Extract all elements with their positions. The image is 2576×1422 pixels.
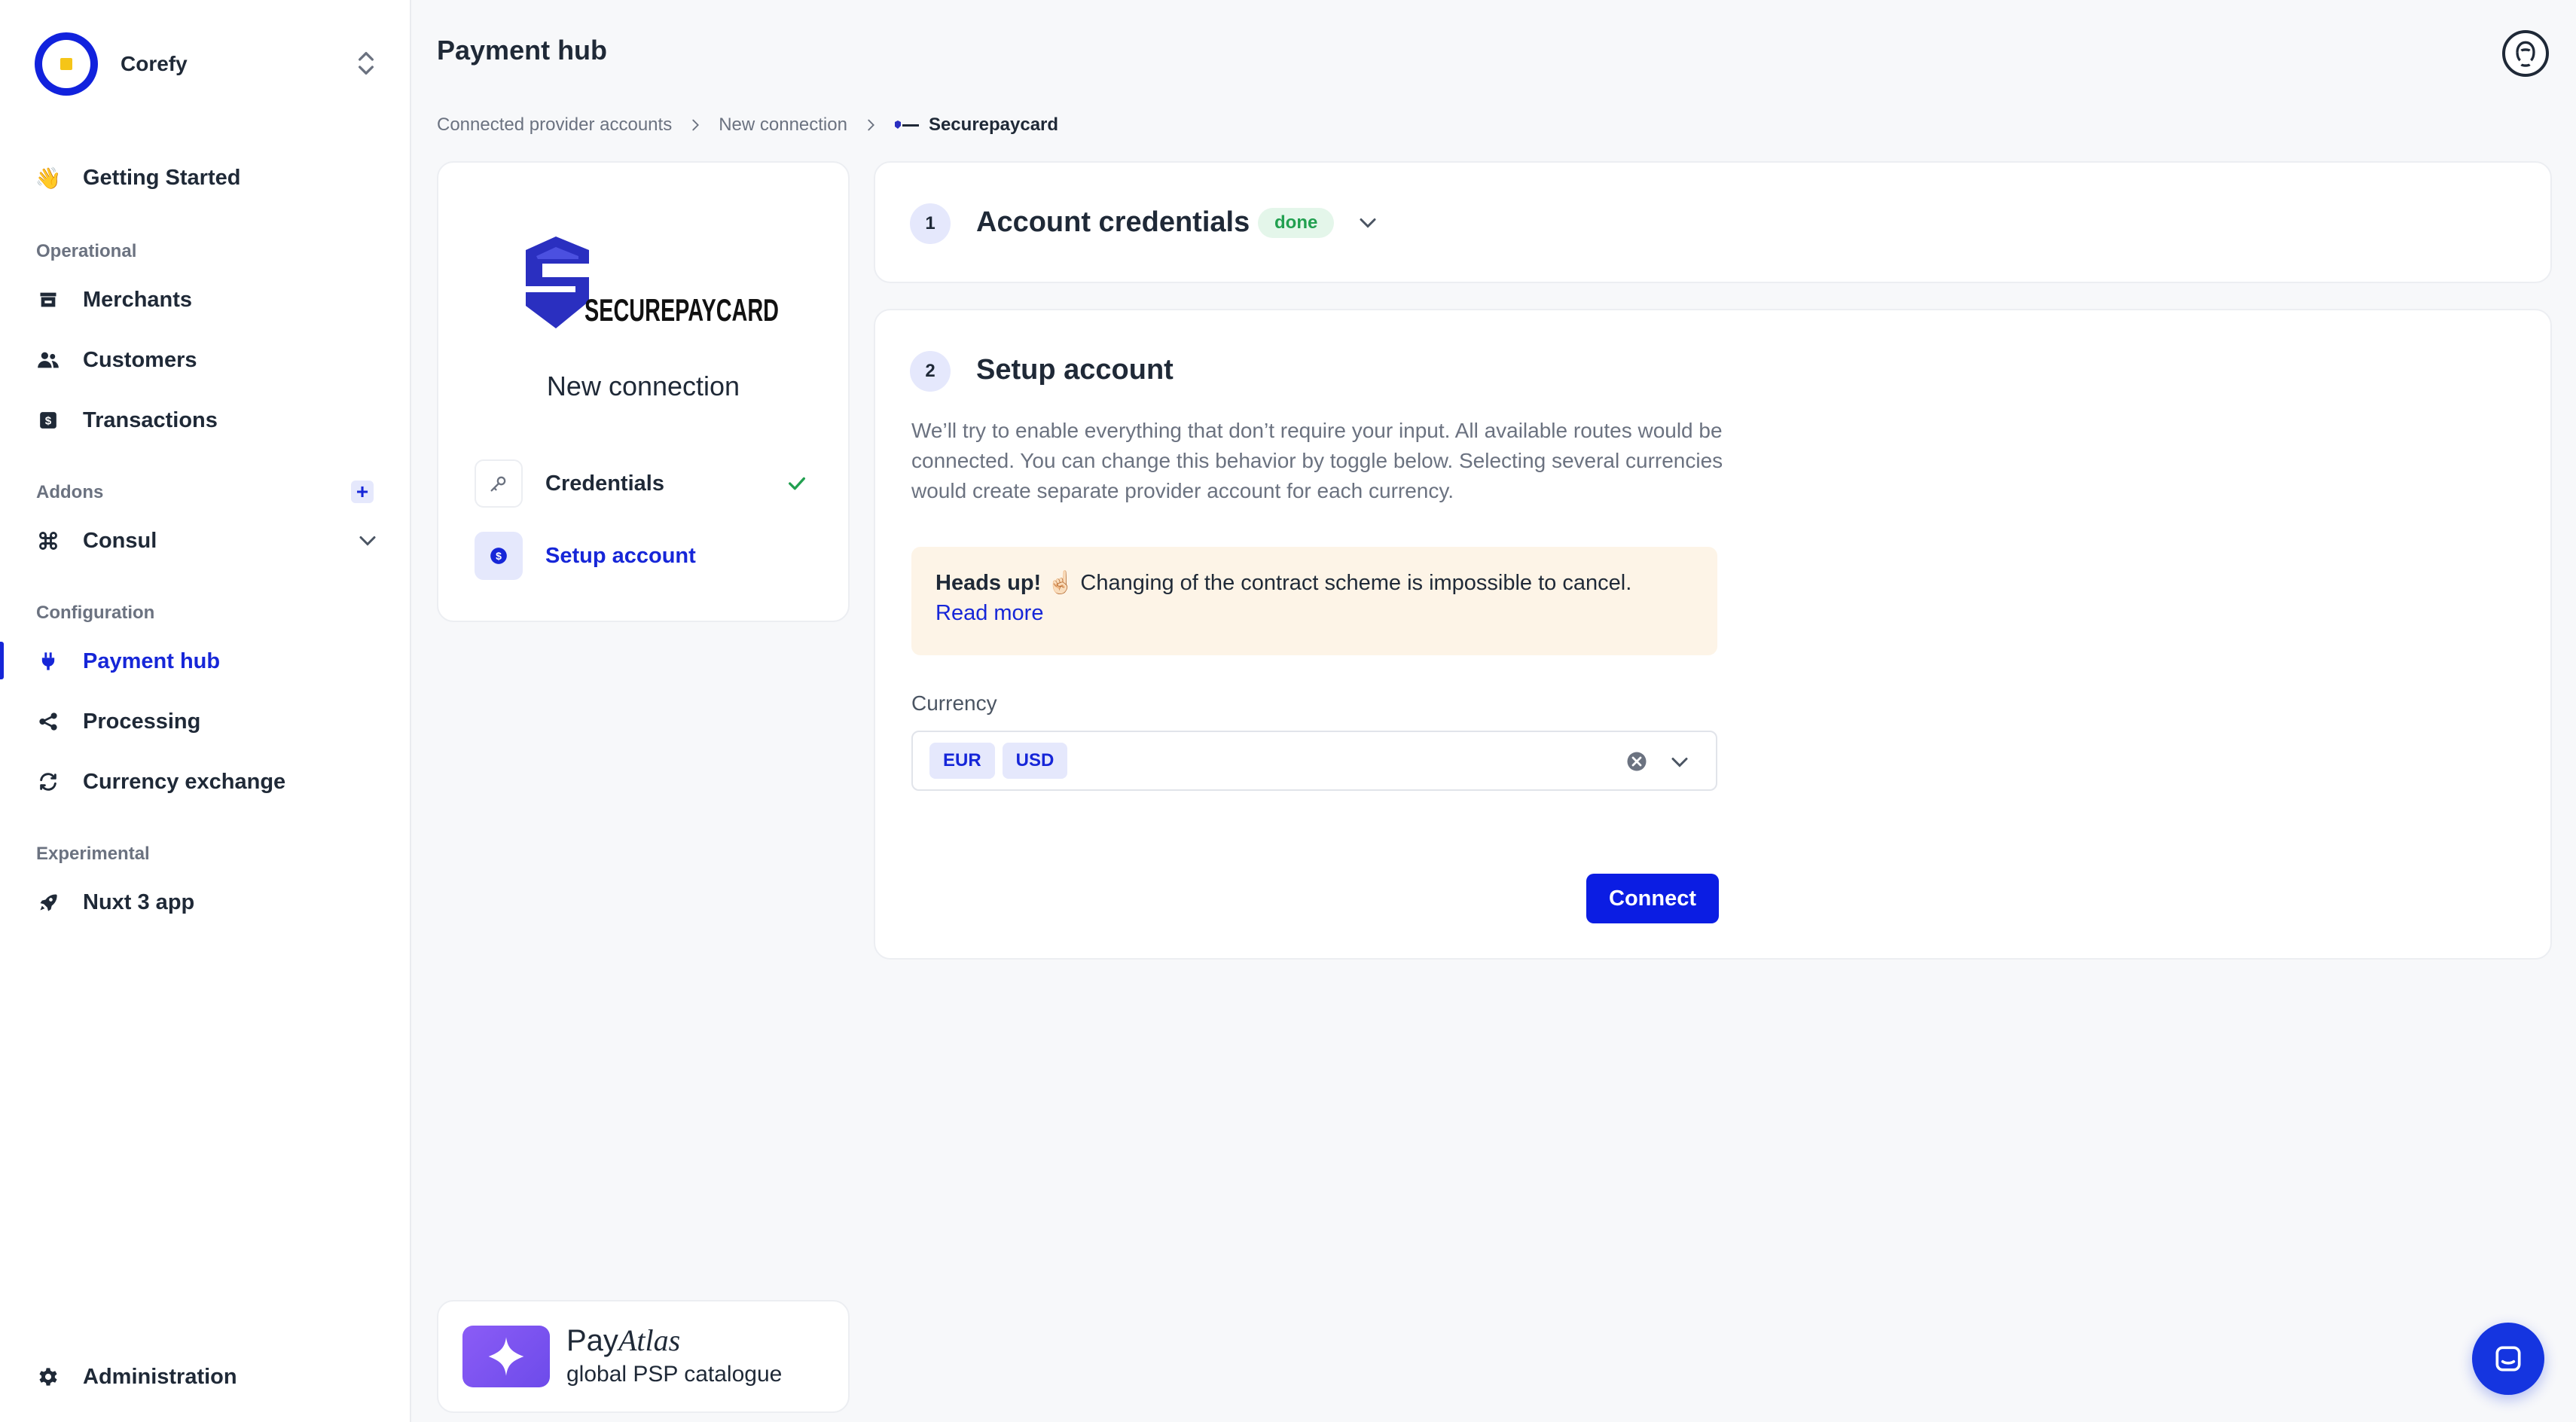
- plug-icon: [35, 648, 62, 675]
- account-credentials-card[interactable]: 1 Account credentials done: [874, 161, 2552, 283]
- alert-text: Changing of the contract scheme is impos…: [1080, 571, 1632, 595]
- chevron-down-icon[interactable]: [1666, 749, 1693, 776]
- sidebar-item-label: Processing: [83, 709, 201, 734]
- chevron-up-down-icon[interactable]: [351, 48, 381, 78]
- svg-text:SECUREPAYCARD: SECUREPAYCARD: [584, 292, 779, 328]
- exchange-arrows-icon: [35, 768, 62, 795]
- setup-description: We’ll try to enable everything that don’…: [911, 419, 1723, 502]
- status-badge: done: [1258, 208, 1335, 238]
- page-title: Payment hub: [437, 35, 608, 66]
- sidebar-item-label: Consul: [83, 528, 157, 553]
- store-icon: [35, 286, 62, 313]
- sidebar-item-label: Administration: [83, 1364, 237, 1389]
- currency-chip-usd[interactable]: USD: [1002, 743, 1068, 779]
- section-configuration: Configuration: [36, 603, 155, 623]
- sidebar-item-label: Payment hub: [83, 648, 221, 673]
- sidebar-item-label: Currency exchange: [83, 769, 286, 794]
- step-number: 1: [910, 203, 951, 244]
- sparkle-icon: [462, 1326, 550, 1387]
- sidebar-item-label: Customers: [83, 347, 197, 372]
- setup-account-card: 2 Setup account We’ll try to enable ever…: [874, 309, 2552, 960]
- sidebar-item-consul[interactable]: Consul: [35, 520, 381, 562]
- connection-title: New connection: [546, 371, 740, 401]
- active-indicator: [0, 642, 4, 679]
- key-icon: [475, 459, 523, 508]
- payatlas-name: PayAtlas: [566, 1323, 681, 1357]
- chevron-down-icon[interactable]: [1354, 209, 1381, 236]
- dollar-square-icon: $: [35, 407, 62, 434]
- add-addon-button[interactable]: +: [351, 481, 374, 503]
- chevron-down-icon[interactable]: [354, 527, 381, 554]
- breadcrumb-link-new-connection[interactable]: New connection: [719, 114, 847, 136]
- chat-icon: [2495, 1346, 2521, 1372]
- sidebar-item-merchants[interactable]: Merchants: [35, 279, 381, 321]
- chevron-right-icon: [868, 119, 874, 131]
- avatar[interactable]: [2502, 30, 2549, 77]
- sidebar-item-currency-exchange[interactable]: Currency exchange: [35, 761, 381, 803]
- svg-text:$: $: [45, 414, 52, 427]
- check-icon: [789, 477, 805, 490]
- rocket-icon: [35, 889, 62, 916]
- sidebar-item-payment-hub[interactable]: Payment hub: [35, 640, 381, 682]
- warning-alert: Heads up! ☝🏻 Changing of the contract sc…: [911, 547, 1717, 655]
- step-setup-account[interactable]: $ Setup account: [475, 532, 816, 580]
- step-label: Setup account: [545, 543, 696, 568]
- step-credentials[interactable]: Credentials: [475, 459, 816, 508]
- chat-button[interactable]: [2472, 1323, 2544, 1395]
- setup-account-title: Setup account: [976, 354, 1174, 386]
- sidebar-item-nuxt-app[interactable]: Nuxt 3 app: [35, 881, 381, 923]
- connect-button[interactable]: Connect: [1586, 874, 1719, 923]
- alert-title: Heads up!: [935, 571, 1042, 595]
- sidebar-item-processing[interactable]: Processing: [35, 700, 381, 743]
- sidebar: Corefy 👋 Getting Started Operational Mer…: [0, 0, 411, 1422]
- securepaycard-logo: SECUREPAYCARD: [526, 236, 779, 328]
- sidebar-item-getting-started[interactable]: 👋 Getting Started: [35, 157, 381, 199]
- payatlas-subtitle: global PSP catalogue: [566, 1362, 783, 1387]
- waving-hand-icon: 👋: [35, 166, 62, 190]
- org-logo: [35, 32, 98, 96]
- users-icon: [35, 346, 62, 374]
- sidebar-item-label: Getting Started: [83, 165, 241, 190]
- sidebar-item-label: Merchants: [83, 287, 193, 312]
- breadcrumb-current: Securepaycard: [928, 114, 1059, 135]
- breadcrumb: Connected provider accounts New connecti…: [437, 111, 1058, 139]
- section-operational: Operational: [36, 241, 137, 261]
- share-nodes-icon: [35, 708, 62, 735]
- sidebar-item-label: Nuxt 3 app: [83, 890, 195, 914]
- sidebar-item-transactions[interactable]: $ Transactions: [35, 399, 381, 441]
- connection-steps-card: SECUREPAYCARD New connection Credentials…: [437, 161, 850, 622]
- currency-label: Currency: [911, 691, 997, 715]
- dollar-icon: $: [475, 532, 523, 580]
- user-avatar-icon: [2516, 41, 2535, 67]
- currency-select[interactable]: EUR USD: [911, 731, 1717, 791]
- section-experimental: Experimental: [36, 844, 150, 864]
- read-more-link[interactable]: Read more: [935, 598, 1693, 628]
- org-name: Corefy: [121, 52, 188, 75]
- clear-icon[interactable]: [1625, 750, 1648, 773]
- currency-chip-eur[interactable]: EUR: [929, 743, 995, 779]
- org-switcher[interactable]: Corefy: [35, 32, 381, 96]
- pointing-up-icon: ☝🏻: [1047, 571, 1075, 595]
- payatlas-card[interactable]: PayAtlas global PSP catalogue: [437, 1300, 850, 1413]
- section-addons: Addons: [36, 482, 104, 502]
- svg-text:$: $: [496, 550, 502, 562]
- securepaycard-mini-logo: [894, 121, 919, 129]
- step-label: Credentials: [545, 471, 664, 496]
- sidebar-item-administration[interactable]: Administration: [35, 1356, 381, 1398]
- chevron-right-icon: [692, 119, 700, 131]
- gear-icon: [35, 1363, 62, 1390]
- command-icon: [35, 527, 62, 554]
- step-number: 2: [910, 351, 951, 392]
- breadcrumb-link-connected-accounts[interactable]: Connected provider accounts: [437, 114, 672, 136]
- sidebar-item-label: Transactions: [83, 407, 218, 432]
- sidebar-item-customers[interactable]: Customers: [35, 339, 381, 381]
- account-credentials-title: Account credentials: [976, 206, 1250, 238]
